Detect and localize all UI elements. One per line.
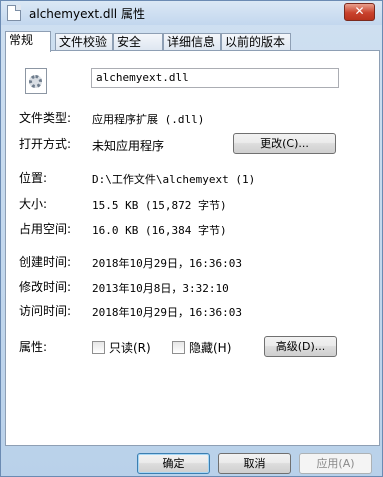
filename-field[interactable]: alchemyext.dll [91, 68, 339, 88]
separator [18, 103, 368, 104]
hidden-label[interactable]: 隐藏(H) [189, 339, 231, 356]
size-on-disk-label: 占用空间: [19, 222, 72, 236]
tab-general[interactable]: 常规 [5, 31, 51, 52]
dll-file-icon [25, 68, 47, 94]
modified-label: 修改时间: [19, 280, 72, 294]
tab-security[interactable]: 安全 [113, 33, 163, 51]
accessed-value: 2018年10月29日，16:36:03 [92, 306, 242, 319]
change-button[interactable]: 更改(C)... [233, 133, 336, 154]
tab-details[interactable]: 详细信息 [163, 33, 221, 51]
title-bar[interactable]: alchemyext.dll 属性 ✕ [1, 1, 382, 25]
readonly-label[interactable]: 只读(R) [109, 339, 151, 356]
separator [18, 162, 368, 163]
tab-file-checksum[interactable]: 文件校验 [55, 33, 113, 51]
location-value: D:\工作文件\alchemyext (1) [92, 173, 256, 186]
type-label: 文件类型: [19, 111, 72, 125]
size-label: 大小: [19, 197, 48, 211]
tab-previous-versions[interactable]: 以前的版本 [221, 33, 291, 51]
opens-with-value: 未知应用程序 [92, 139, 165, 153]
created-value: 2018年10月29日，16:36:03 [92, 257, 242, 270]
attributes-label: 属性: [19, 340, 48, 354]
file-icon [7, 5, 21, 21]
separator [18, 244, 368, 245]
gear-icon [29, 75, 42, 88]
general-panel: alchemyext.dll 文件类型: 应用程序扩展 (.dll) 打开方式:… [5, 50, 380, 446]
close-button[interactable]: ✕ [344, 3, 375, 21]
apply-button[interactable]: 应用(A) [299, 453, 372, 474]
size-on-disk-value: 16.0 KB (16,384 字节) [92, 224, 227, 237]
advanced-button[interactable]: 高级(D)... [264, 336, 337, 357]
cancel-button[interactable]: 取消 [218, 453, 291, 474]
separator [18, 327, 368, 328]
hidden-checkbox[interactable] [172, 341, 185, 354]
readonly-checkbox[interactable] [92, 341, 105, 354]
window-title: alchemyext.dll 属性 [29, 7, 145, 21]
tab-strip: 常规 文件校验 安全 详细信息 以前的版本 [5, 31, 380, 52]
accessed-label: 访问时间: [19, 304, 72, 318]
location-label: 位置: [19, 171, 48, 185]
type-value: 应用程序扩展 (.dll) [92, 113, 205, 126]
properties-window: alchemyext.dll 属性 ✕ 常规 文件校验 安全 详细信息 以前的版… [0, 0, 383, 477]
size-value: 15.5 KB (15,872 字节) [92, 199, 227, 212]
modified-value: 2013年10月8日，3:32:10 [92, 282, 229, 295]
opens-with-label: 打开方式: [19, 137, 72, 151]
created-label: 创建时间: [19, 255, 72, 269]
ok-button[interactable]: 确定 [137, 453, 210, 474]
